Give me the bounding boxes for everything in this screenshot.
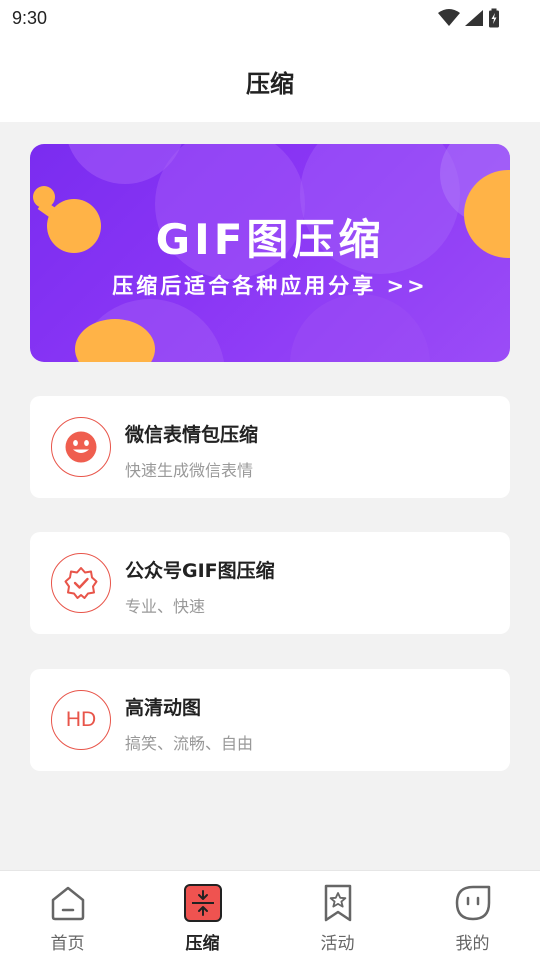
- battery-icon: [489, 8, 499, 28]
- hd-icon: HD: [51, 690, 111, 750]
- bottom-nav: 首页 压缩 活动 我的: [0, 870, 540, 960]
- nav-label: 压缩: [185, 934, 220, 954]
- wechat-official-gif-compress-card[interactable]: 公众号GIF图压缩 专业、快速: [30, 532, 510, 634]
- home-icon: [51, 886, 85, 921]
- smiley-face-icon: [51, 417, 111, 477]
- badge-check-icon: [51, 553, 111, 613]
- wechat-sticker-compress-card[interactable]: 微信表情包压缩 快速生成微信表情: [30, 396, 510, 498]
- card-title: 公众号GIF图压缩: [125, 560, 275, 582]
- hd-animation-card[interactable]: HD 高清动图 搞笑、流畅、自由: [30, 669, 510, 771]
- card-title: 微信表情包压缩: [125, 424, 259, 446]
- card-title: 高清动图: [125, 697, 202, 719]
- card-description: 快速生成微信表情: [125, 461, 254, 480]
- banner-subtitle: 压缩后适合各种应用分享 >>: [112, 274, 428, 298]
- top-bar: 压缩: [0, 38, 540, 122]
- page-title: 压缩: [246, 70, 294, 98]
- hd-icon-text: HD: [65, 708, 97, 731]
- nav-item-profile[interactable]: 我的: [405, 871, 540, 960]
- profile-face-icon: [455, 885, 491, 921]
- nav-item-home[interactable]: 首页: [0, 871, 135, 960]
- status-bar: 9:30: [0, 0, 540, 38]
- signal-icon: [465, 10, 483, 26]
- nav-item-compress[interactable]: 压缩: [135, 871, 270, 960]
- bookmark-star-icon: [324, 884, 352, 922]
- status-time: 9:30: [12, 8, 48, 28]
- compress-icon: [184, 884, 222, 922]
- gif-compress-banner[interactable]: GIF图压缩 压缩后适合各种应用分享 >>: [30, 144, 510, 362]
- card-description: 搞笑、流畅、自由: [125, 734, 254, 753]
- wifi-icon: [438, 9, 460, 26]
- card-description: 专业、快速: [125, 597, 206, 616]
- nav-label: 活动: [320, 934, 355, 954]
- nav-label: 首页: [50, 934, 85, 954]
- status-icons: [438, 8, 500, 28]
- nav-item-activity[interactable]: 活动: [270, 871, 405, 960]
- banner-title: GIF图压缩: [155, 215, 385, 264]
- nav-label: 我的: [455, 934, 490, 954]
